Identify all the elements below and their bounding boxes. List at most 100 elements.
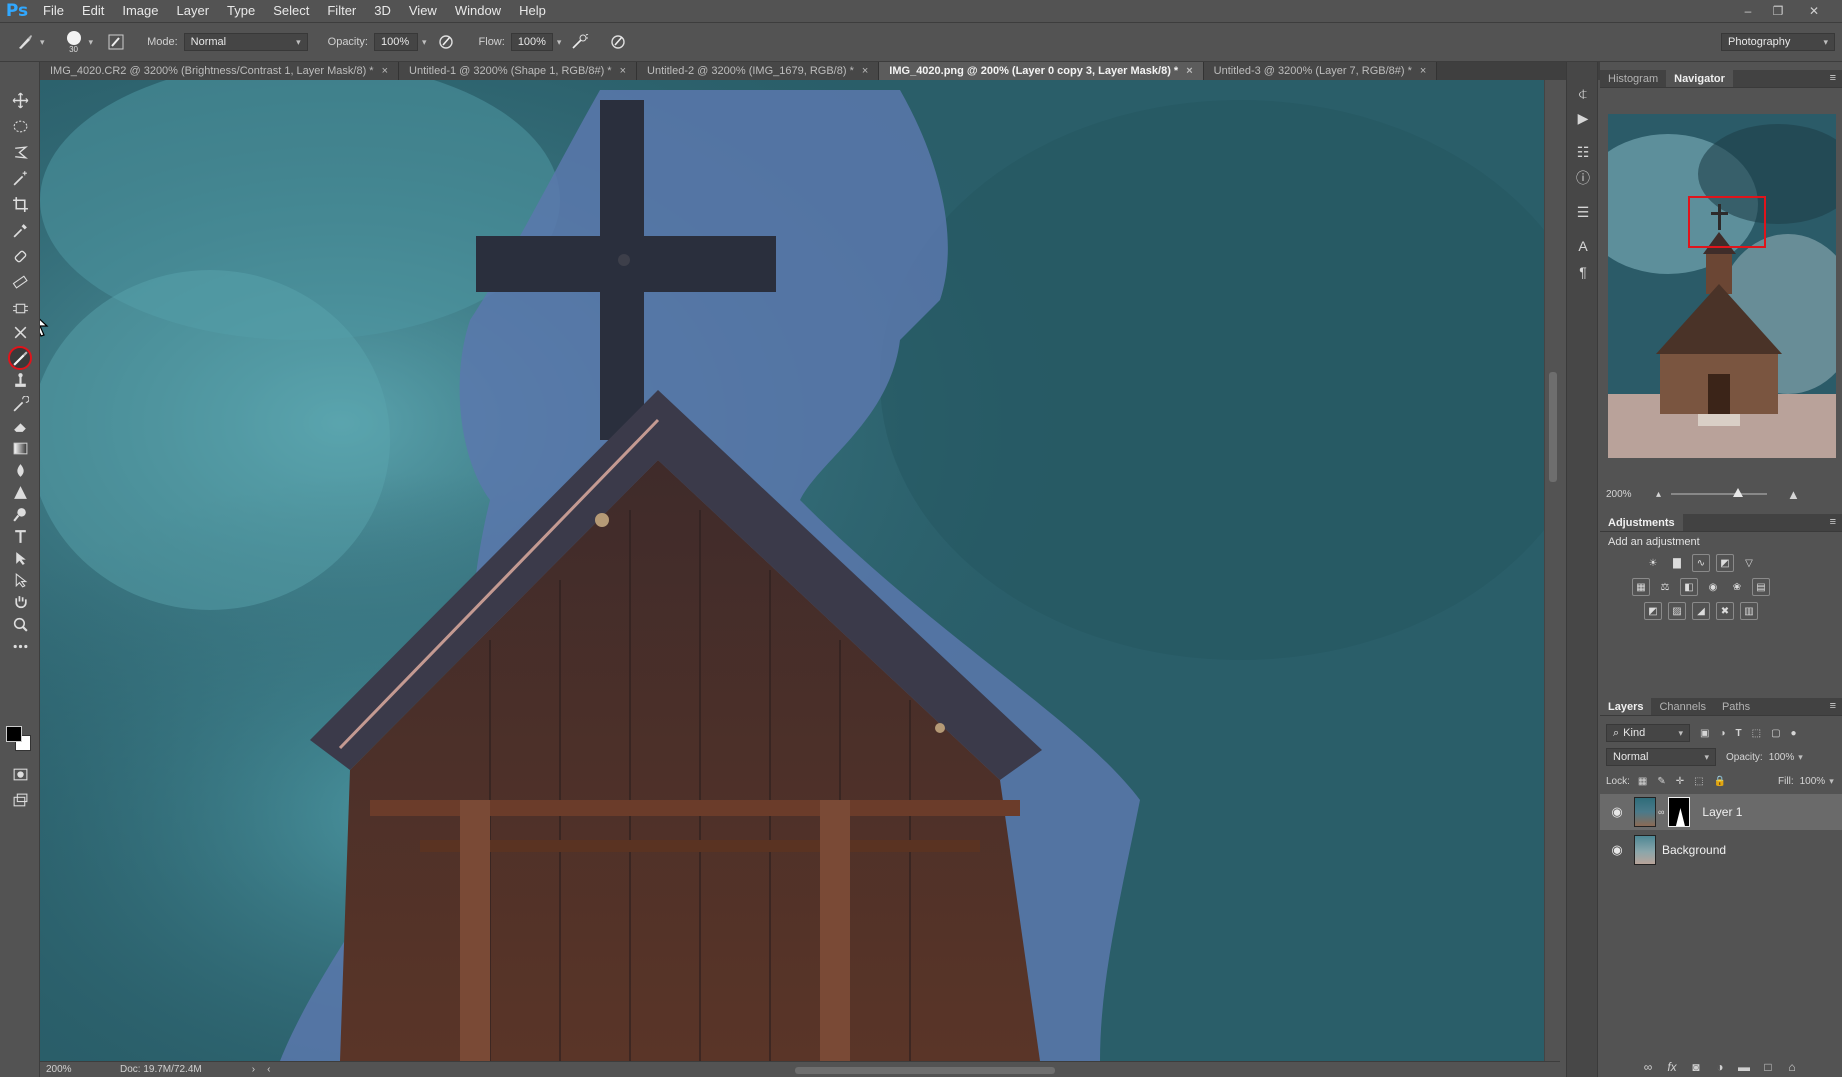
status-zoom[interactable]: 200%: [46, 1064, 106, 1075]
more-tools-icon[interactable]: [8, 634, 32, 658]
tab-layers[interactable]: Layers: [1600, 698, 1652, 715]
channel-mixer-icon[interactable]: ❀: [1728, 578, 1746, 596]
flow-input[interactable]: 100%: [510, 33, 553, 51]
visibility-eye-icon[interactable]: ◉: [1608, 842, 1626, 858]
zoom-in-icon[interactable]: ▲: [1787, 487, 1800, 502]
vertical-scrollbar[interactable]: [1544, 80, 1560, 1061]
menu-window[interactable]: Window: [446, 0, 510, 22]
pressure-opacity-icon[interactable]: [435, 31, 457, 53]
chevron-down-icon[interactable]: ▾: [89, 37, 94, 48]
doc-tab[interactable]: Untitled-2 @ 3200% (IMG_1679, RGB/8) * ×: [637, 62, 880, 80]
link-layers-icon[interactable]: ∞: [1636, 1060, 1660, 1074]
panel-menu-icon[interactable]: ≡: [1830, 72, 1836, 84]
lock-image-icon[interactable]: ✎: [1657, 776, 1665, 787]
close-icon[interactable]: ✕: [1802, 0, 1826, 22]
ruler-tool-icon[interactable]: [8, 270, 32, 294]
tab-adjustments[interactable]: Adjustments: [1600, 514, 1683, 531]
layer-name[interactable]: Background: [1662, 843, 1726, 857]
direct-selection-tool-icon[interactable]: [8, 568, 32, 592]
menu-help[interactable]: Help: [510, 0, 555, 22]
pressure-size-icon[interactable]: [607, 31, 629, 53]
doc-tab-active[interactable]: IMG_4020.png @ 200% (Layer 0 copy 3, Lay…: [879, 62, 1204, 80]
actions-panel-icon[interactable]: ▶: [1573, 108, 1593, 128]
lock-all-icon[interactable]: 🔒: [1714, 776, 1726, 787]
eyedropper-tool-icon[interactable]: [8, 218, 32, 242]
tab-navigator[interactable]: Navigator: [1666, 70, 1733, 87]
new-adjustment-icon[interactable]: ◑: [1708, 1060, 1732, 1074]
chevron-down-icon[interactable]: ▾: [557, 37, 562, 48]
filter-shape-icon[interactable]: ⬚: [1752, 728, 1761, 739]
invert-icon[interactable]: ◩: [1644, 602, 1662, 620]
tab-paths[interactable]: Paths: [1714, 698, 1758, 715]
libraries-panel-icon[interactable]: ☰: [1573, 202, 1593, 222]
healing-brush-tool-icon[interactable]: [8, 244, 32, 268]
menu-3d[interactable]: 3D: [365, 0, 400, 22]
lasso-tool-icon[interactable]: [8, 140, 32, 164]
menu-view[interactable]: View: [400, 0, 446, 22]
quick-mask-icon[interactable]: [8, 762, 32, 786]
scroll-left-icon[interactable]: ‹: [267, 1064, 270, 1075]
layer-name[interactable]: Layer 1: [1702, 805, 1742, 819]
tab-histogram[interactable]: Histogram: [1600, 70, 1666, 87]
cross-tool-icon[interactable]: [8, 320, 32, 344]
history-panel-icon[interactable]: ⍧: [1573, 84, 1593, 104]
brightness-contrast-icon[interactable]: ☀: [1644, 554, 1662, 572]
artboard-tool-icon[interactable]: [8, 296, 32, 320]
airbrush-icon[interactable]: [569, 31, 591, 53]
doc-tab[interactable]: IMG_4020.CR2 @ 3200% (Brightness/Contras…: [40, 62, 400, 80]
navigator-zoom-value[interactable]: 200%: [1606, 489, 1652, 500]
photo-filter-icon[interactable]: ◉: [1704, 578, 1722, 596]
character-panel-icon[interactable]: A: [1573, 236, 1593, 256]
document-canvas[interactable]: [40, 80, 1544, 1061]
new-layer-icon[interactable]: □: [1756, 1060, 1780, 1074]
gradient-tool-icon[interactable]: [8, 436, 32, 460]
lock-position-icon[interactable]: ✛: [1676, 776, 1684, 787]
exposure-icon[interactable]: ◩: [1716, 554, 1734, 572]
black-white-icon[interactable]: ◧: [1680, 578, 1698, 596]
menu-select[interactable]: Select: [264, 0, 318, 22]
close-icon[interactable]: ×: [620, 65, 626, 77]
layer-mask-thumbnail[interactable]: [1668, 797, 1691, 827]
color-balance-icon[interactable]: ⚖: [1656, 578, 1674, 596]
chevron-down-icon[interactable]: ▾: [40, 37, 45, 48]
clone-stamp-tool-icon[interactable]: [8, 368, 32, 392]
menu-image[interactable]: Image: [113, 0, 167, 22]
opacity-input[interactable]: 100%: [374, 33, 418, 51]
visibility-eye-icon[interactable]: ◉: [1608, 804, 1626, 820]
chevron-down-icon[interactable]: ▾: [1829, 776, 1834, 787]
magic-wand-tool-icon[interactable]: [8, 166, 32, 190]
fill-value[interactable]: 100%: [1800, 776, 1826, 787]
info-panel-icon[interactable]: ⓘ: [1573, 168, 1593, 188]
close-icon[interactable]: ×: [1186, 65, 1192, 77]
blend-mode-select[interactable]: Normal ▾: [1606, 748, 1716, 766]
path-selection-tool-icon[interactable]: [8, 546, 32, 570]
zoom-slider[interactable]: [1671, 488, 1768, 497]
layer-thumbnail[interactable]: [1634, 835, 1656, 865]
panel-menu-icon[interactable]: ≡: [1830, 516, 1836, 528]
menu-file[interactable]: File: [34, 0, 73, 22]
workspace-select[interactable]: Photography ▾: [1721, 33, 1835, 51]
doc-tab[interactable]: Untitled-1 @ 3200% (Shape 1, RGB/8#) * ×: [399, 62, 638, 80]
filter-type-icon[interactable]: T: [1736, 728, 1742, 739]
close-icon[interactable]: ×: [1420, 65, 1426, 77]
filter-toggle-icon[interactable]: ●: [1791, 728, 1797, 739]
color-lookup-icon[interactable]: ▤: [1752, 578, 1770, 596]
brush-preset-icon[interactable]: [14, 31, 36, 53]
filter-adjustment-icon[interactable]: ◑: [1719, 728, 1725, 739]
navigator-thumbnail[interactable]: [1608, 114, 1836, 458]
hue-saturation-icon[interactable]: ▦: [1632, 578, 1650, 596]
properties-panel-icon[interactable]: ☷: [1573, 142, 1593, 162]
layer-row[interactable]: ◉ Background: [1600, 832, 1842, 868]
restore-icon[interactable]: ❐: [1766, 0, 1790, 22]
dodge-tool-icon[interactable]: [8, 480, 32, 504]
zoom-out-icon[interactable]: ▴: [1656, 489, 1661, 500]
brush-tool-icon[interactable]: [8, 346, 32, 370]
posterize-icon[interactable]: ▨: [1668, 602, 1686, 620]
type-tool-icon[interactable]: [8, 524, 32, 548]
chevron-down-icon[interactable]: ▾: [422, 37, 427, 48]
filter-pixel-icon[interactable]: ▣: [1700, 728, 1709, 739]
mask-link-icon[interactable]: ∞: [1658, 807, 1664, 817]
mode-select[interactable]: Normal ▾: [183, 33, 308, 51]
screen-mode-icon[interactable]: [8, 788, 32, 812]
hand-tool-icon[interactable]: [8, 590, 32, 614]
